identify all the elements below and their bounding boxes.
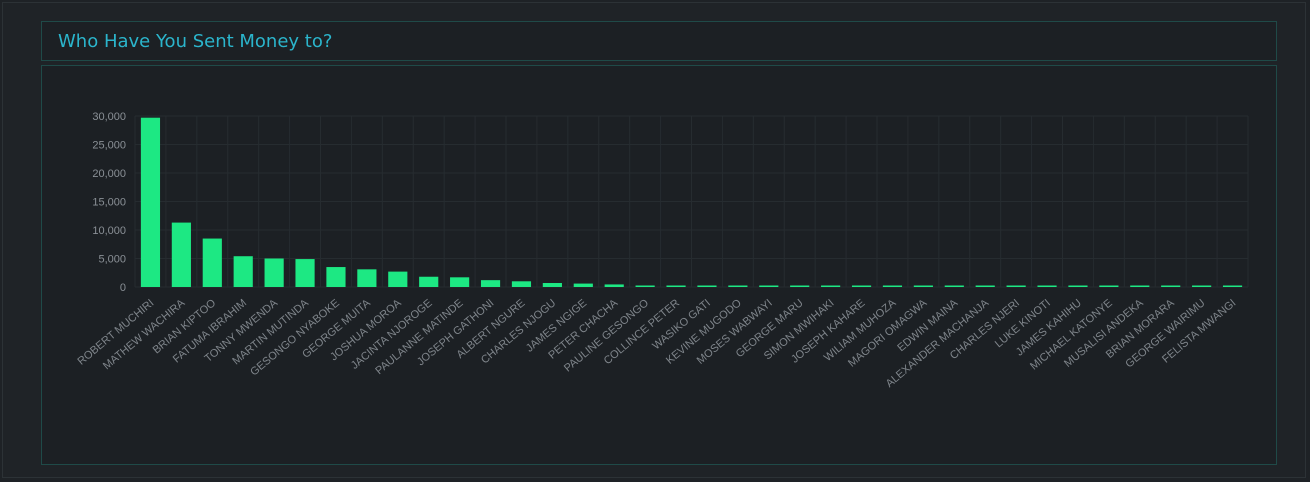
- bar[interactable]: [388, 271, 408, 287]
- y-tick-label: 15,000: [92, 197, 126, 209]
- y-axis: 0 5,000 10,000 15,000 20,000 25,000 30,000: [92, 111, 126, 294]
- bar[interactable]: [635, 285, 655, 288]
- chart-container: 0 5,000 10,000 15,000 20,000 25,000 30,000 ROB…: [41, 65, 1277, 465]
- bar[interactable]: [480, 280, 501, 287]
- y-tick-label: 0: [120, 282, 126, 294]
- bar[interactable]: [1192, 285, 1212, 288]
- bar[interactable]: [1068, 285, 1088, 288]
- bar[interactable]: [140, 117, 161, 288]
- bar[interactable]: [1130, 285, 1150, 288]
- bar-chart: 0 5,000 10,000 15,000 20,000 25,000 30,000 ROB…: [75, 111, 1249, 390]
- bar[interactable]: [728, 285, 748, 288]
- bar[interactable]: [975, 285, 995, 288]
- bar[interactable]: [1161, 285, 1181, 288]
- bar[interactable]: [233, 256, 253, 287]
- bar[interactable]: [913, 285, 933, 288]
- bar[interactable]: [821, 285, 841, 288]
- panel-header: Who Have You Sent Money to?: [41, 21, 1277, 61]
- x-axis: ROBERT MUCHIRIMATHEW WACHIRABRIAN KIPTOO…: [75, 297, 1238, 390]
- bar[interactable]: [264, 258, 284, 288]
- panel-title: Who Have You Sent Money to?: [58, 31, 333, 52]
- bar[interactable]: [790, 285, 810, 288]
- bar[interactable]: [1006, 285, 1026, 288]
- bar[interactable]: [511, 281, 532, 287]
- bar[interactable]: [1222, 285, 1243, 288]
- bar[interactable]: [666, 285, 686, 288]
- y-tick-label: 5,000: [98, 254, 126, 266]
- bar[interactable]: [202, 238, 222, 287]
- y-tick-label: 30,000: [92, 111, 126, 123]
- bar[interactable]: [1037, 285, 1057, 288]
- bar[interactable]: [573, 283, 593, 287]
- y-tick-label: 10,000: [92, 225, 126, 237]
- dashboard-panel: Who Have You Sent Money to? 0 5,000 10,000…: [2, 2, 1306, 478]
- bar[interactable]: [171, 222, 191, 287]
- bar[interactable]: [419, 276, 439, 287]
- y-tick-label: 25,000: [92, 140, 126, 152]
- bar[interactable]: [604, 284, 624, 287]
- bar[interactable]: [295, 259, 315, 287]
- bar[interactable]: [326, 267, 346, 287]
- bar[interactable]: [697, 285, 717, 288]
- bar[interactable]: [450, 277, 470, 287]
- bar[interactable]: [759, 285, 779, 288]
- bar[interactable]: [944, 285, 964, 288]
- bar[interactable]: [542, 283, 562, 287]
- bar[interactable]: [851, 285, 872, 288]
- bar[interactable]: [1099, 285, 1119, 288]
- bar[interactable]: [882, 285, 903, 288]
- y-tick-label: 20,000: [92, 168, 126, 180]
- bar[interactable]: [357, 269, 377, 287]
